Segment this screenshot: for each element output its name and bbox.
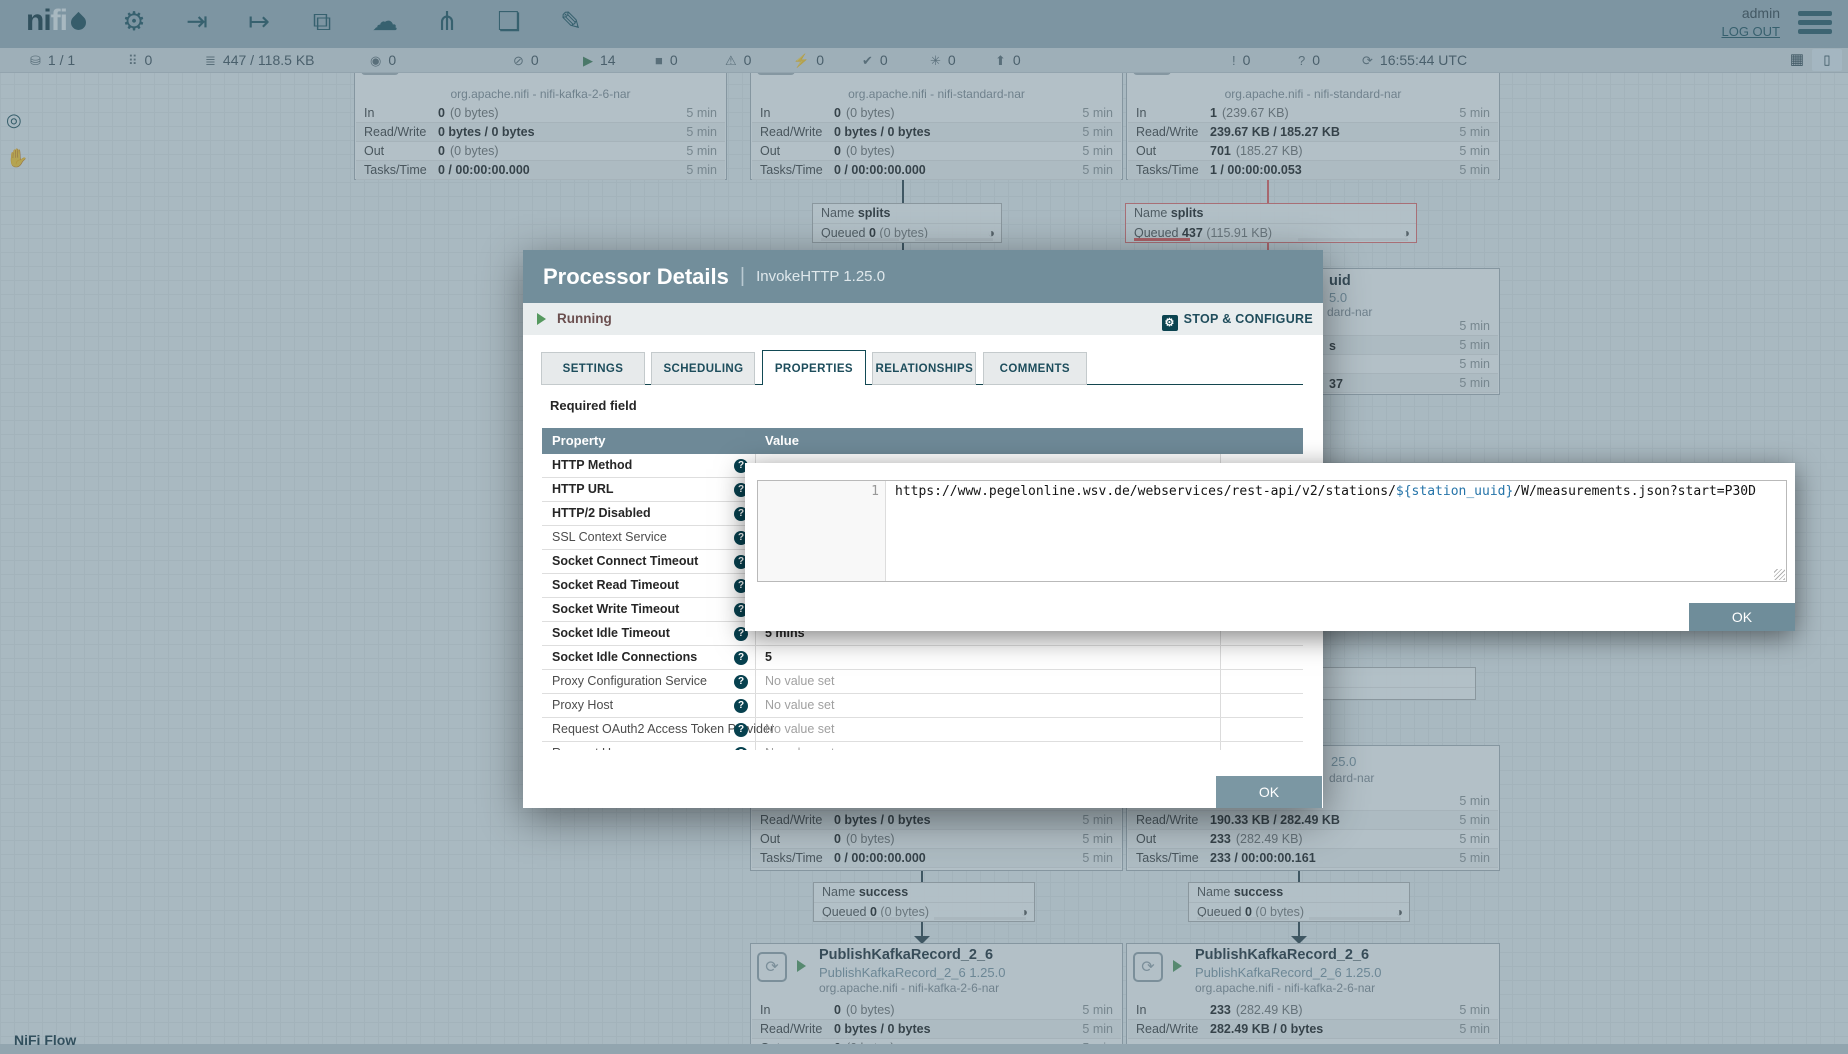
dialog-status-row: Running ⚙STOP & CONFIGURE xyxy=(523,303,1323,335)
url-expression-variable: ${station_uuid} xyxy=(1396,484,1513,499)
help-icon[interactable]: ? xyxy=(734,699,748,713)
editor-gutter: 1 xyxy=(758,481,886,581)
required-field-label: Required field xyxy=(550,398,637,413)
stop-and-configure-button[interactable]: ⚙STOP & CONFIGURE xyxy=(1162,310,1313,328)
property-name: Request Username xyxy=(552,742,660,750)
property-row[interactable]: Proxy Configuration Service? No value set xyxy=(542,670,1303,694)
property-value[interactable]: No value set xyxy=(765,694,834,717)
dialog-subtitle: InvokeHTTP 1.25.0 xyxy=(756,268,885,285)
dialog-title: Processor Details xyxy=(543,264,729,290)
properties-table-header: Property Value xyxy=(542,428,1303,454)
running-status-icon xyxy=(537,313,546,325)
tab-settings[interactable]: SETTINGS xyxy=(541,352,645,385)
property-name: Socket Read Timeout xyxy=(552,574,679,597)
tab-comments[interactable]: COMMENTS xyxy=(983,352,1087,385)
column-value: Value xyxy=(765,428,799,454)
help-icon[interactable]: ? xyxy=(734,651,748,665)
property-name: SSL Context Service xyxy=(552,526,667,549)
property-name: Socket Idle Connections xyxy=(552,646,697,669)
property-row[interactable]: Socket Idle Connections? 5 xyxy=(542,646,1303,670)
property-row[interactable]: Proxy Host? No value set xyxy=(542,694,1303,718)
value-editor-popup: 1 https://www.pegelonline.wsv.de/webserv… xyxy=(745,463,1795,631)
line-number: 1 xyxy=(871,484,879,499)
property-name: Proxy Configuration Service xyxy=(552,670,707,693)
property-value[interactable]: No value set xyxy=(765,718,834,741)
nifi-app: org.apache.nifi - nifi-kafka-2-6-nar In0… xyxy=(0,0,1848,1054)
editor-ok-button[interactable]: OK xyxy=(1689,603,1795,631)
tab-properties[interactable]: PROPERTIES xyxy=(762,350,866,385)
property-value[interactable]: No value set xyxy=(765,742,834,750)
property-name: HTTP Method xyxy=(552,454,632,477)
dialog-header: Processor Details | InvokeHTTP 1.25.0 xyxy=(523,250,1323,303)
column-property: Property xyxy=(552,428,605,454)
dialog-ok-button[interactable]: OK xyxy=(1216,776,1322,808)
property-name: Proxy Host xyxy=(552,694,613,717)
property-name: Socket Idle Timeout xyxy=(552,622,670,645)
help-icon[interactable]: ? xyxy=(734,747,748,750)
resize-handle-icon[interactable] xyxy=(1774,569,1785,580)
dialog-tabs: SETTINGS SCHEDULING PROPERTIES RELATIONS… xyxy=(541,350,1089,385)
property-name: HTTP URL xyxy=(552,478,614,501)
help-icon[interactable]: ? xyxy=(734,723,748,737)
running-status-label: Running xyxy=(557,311,612,326)
dialog-title-separator: | xyxy=(740,265,745,288)
url-static: /W/measurements.json?start=P30D xyxy=(1513,484,1756,499)
help-icon[interactable]: ? xyxy=(734,675,748,689)
url-value-text[interactable]: https://www.pegelonline.wsv.de/webservic… xyxy=(895,484,1756,499)
stop-configure-icon: ⚙ xyxy=(1162,315,1178,331)
tab-scheduling[interactable]: SCHEDULING xyxy=(651,352,755,385)
property-value[interactable]: 5 xyxy=(765,646,772,669)
tab-relationships[interactable]: RELATIONSHIPS xyxy=(872,352,976,385)
value-editor[interactable]: 1 https://www.pegelonline.wsv.de/webserv… xyxy=(757,480,1787,582)
property-name: Socket Write Timeout xyxy=(552,598,679,621)
property-name: HTTP/2 Disabled xyxy=(552,502,651,525)
property-row[interactable]: Request OAuth2 Access Token Provider?No … xyxy=(542,718,1303,742)
property-value[interactable]: No value set xyxy=(765,670,834,693)
url-static: https://www.pegelonline.wsv.de/webservic… xyxy=(895,484,1396,499)
property-row[interactable]: Request Username? No value set xyxy=(542,742,1303,750)
property-name: Socket Connect Timeout xyxy=(552,550,698,573)
